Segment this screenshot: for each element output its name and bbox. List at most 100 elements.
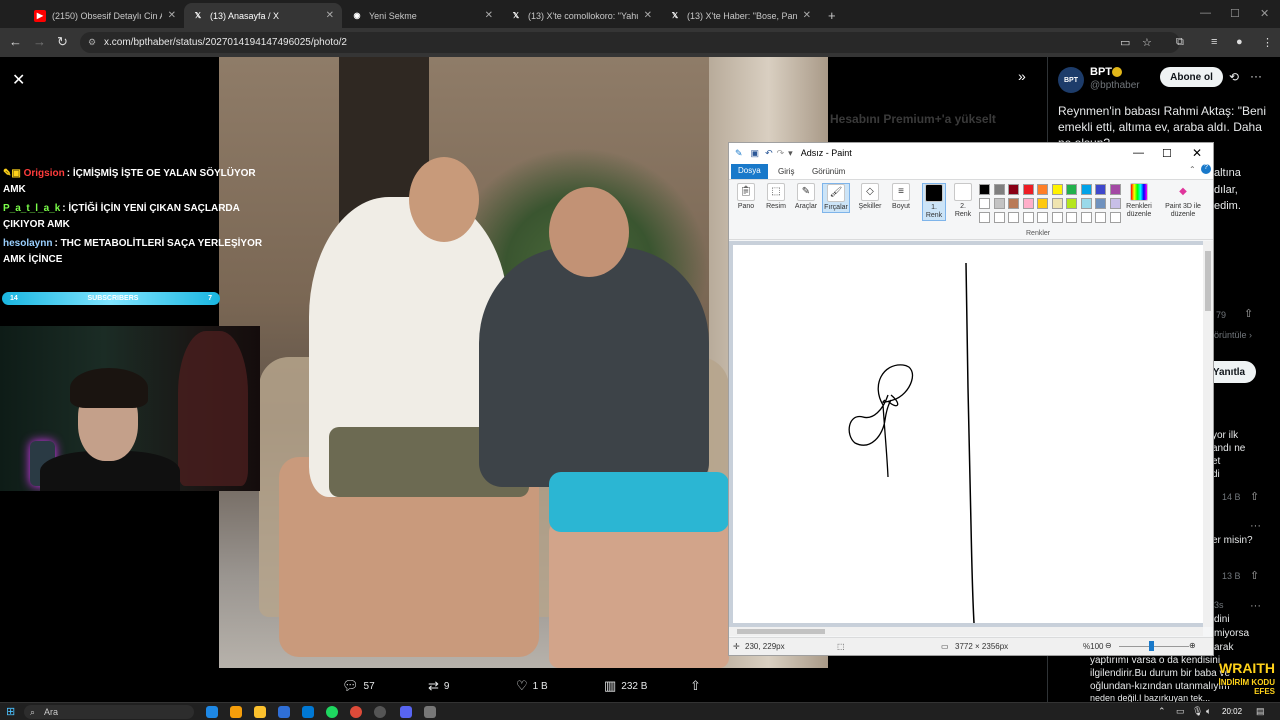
tab-giris[interactable]: Giriş <box>771 165 801 180</box>
repost-action[interactable]: ⇄ 9 <box>428 678 449 694</box>
tray-chevron-icon[interactable]: ⌃ <box>1158 706 1166 717</box>
palette-swatch-empty[interactable] <box>1008 212 1019 223</box>
account-handle[interactable]: @bpthaber <box>1090 80 1140 91</box>
drawing-canvas[interactable] <box>733 245 1203 624</box>
mail-icon[interactable] <box>302 706 314 718</box>
share-action[interactable]: ⇧ <box>690 678 701 694</box>
taskbar-clock[interactable]: 20:02 <box>1222 707 1242 716</box>
palette-swatch[interactable] <box>1022 198 1034 209</box>
close-tab-icon[interactable]: ✕ <box>803 10 811 21</box>
reload-icon[interactable]: ↻ <box>57 34 68 50</box>
views-action[interactable]: ▥ 232 B <box>604 678 647 694</box>
volume-icon[interactable]: 🔈︎ <box>1206 706 1211 717</box>
color1-button[interactable]: 1. Renk <box>922 183 946 221</box>
palette-swatch[interactable] <box>1095 198 1106 209</box>
palette-swatch-empty[interactable] <box>993 212 1005 223</box>
chrome-taskbar-icon[interactable] <box>350 706 362 718</box>
address-bar[interactable]: ⚙ x.com/bpthaber/status/2027014194147496… <box>80 32 1180 53</box>
paint-taskbar-icon[interactable] <box>424 706 436 718</box>
palette-swatch[interactable] <box>979 198 990 209</box>
zoom-slider-thumb[interactable] <box>1149 641 1154 651</box>
shapes-group[interactable]: ◇ Şekiller <box>856 183 884 211</box>
palette-swatch-empty[interactable] <box>1066 212 1077 223</box>
color2-button[interactable]: 2. Renk <box>951 183 975 219</box>
palette-swatch[interactable] <box>1095 184 1106 195</box>
tab-dosya[interactable]: Dosya <box>731 164 768 179</box>
new-tab-button[interactable]: + <box>820 3 840 28</box>
network-icon[interactable]: ▭ <box>1176 706 1185 717</box>
start-icon[interactable]: ⊞ <box>6 705 15 718</box>
help-icon[interactable]: ? <box>1201 164 1211 174</box>
palette-swatch-empty[interactable] <box>979 212 990 223</box>
palette-swatch-empty[interactable] <box>1080 212 1092 223</box>
store-icon[interactable] <box>278 706 290 718</box>
collapse-ribbon-icon[interactable]: ⌃ <box>1189 165 1196 174</box>
close-window-icon[interactable]: ✕ <box>1260 7 1269 20</box>
edge-icon[interactable] <box>206 706 218 718</box>
discord-icon[interactable] <box>400 706 412 718</box>
horizontal-scroll-thumb[interactable] <box>737 629 825 634</box>
paint3d-button[interactable]: ◆ Paint 3D ile düzenle <box>1161 183 1205 219</box>
palette-swatch[interactable] <box>993 198 1005 209</box>
spotify-icon[interactable] <box>326 706 338 718</box>
palette-swatch[interactable] <box>1109 198 1121 209</box>
palette-swatch-empty[interactable] <box>1037 212 1048 223</box>
palette-swatch-empty[interactable] <box>1051 212 1063 223</box>
follow-button[interactable]: Abone ol <box>1160 67 1223 87</box>
palette-swatch[interactable] <box>1037 184 1048 195</box>
palette-swatch[interactable] <box>1022 184 1034 195</box>
clipboard-group[interactable]: 📋︎ Pano <box>735 183 757 211</box>
palette-swatch[interactable] <box>1051 184 1063 195</box>
palette-swatch[interactable] <box>1066 198 1077 209</box>
tab-gorunum[interactable]: Görünüm <box>805 165 852 180</box>
redo-icon[interactable]: ↷ <box>777 148 785 159</box>
taskbar-search[interactable]: ⌕ Ara <box>24 705 194 719</box>
like-action[interactable]: ♡ 1 B <box>516 678 548 694</box>
palette-swatch[interactable] <box>1008 198 1019 209</box>
zoom-out-icon[interactable]: ⊖ <box>1105 641 1112 650</box>
palette-swatch[interactable] <box>1109 184 1121 195</box>
palette-swatch[interactable] <box>1051 198 1063 209</box>
palette-swatch[interactable] <box>1080 198 1092 209</box>
tab-youtube[interactable]: ▶ (2150) Obsesif Detaylı Cin Alem ✕ <box>26 3 184 28</box>
palette-swatch[interactable] <box>1008 184 1019 195</box>
view-more-link[interactable]: örüntüle › <box>1214 330 1252 340</box>
tab-new[interactable]: ◉ Yeni Sekme ✕ <box>343 3 501 28</box>
share-icon[interactable]: ⇧ <box>1250 569 1259 582</box>
close-tab-icon[interactable]: ✕ <box>485 10 493 21</box>
brushes-group[interactable]: 🖌︎ Fırçalar <box>822 183 850 213</box>
forward-icon[interactable]: → <box>33 34 46 49</box>
bookmark-star-icon[interactable]: ☆ <box>1142 36 1152 49</box>
extensions-icon[interactable]: ⧉ <box>1176 36 1184 49</box>
back-icon[interactable]: ← <box>9 34 22 49</box>
profile-icon[interactable]: ● <box>1236 36 1243 48</box>
more-options-icon[interactable]: ··· <box>1250 520 1261 532</box>
reply-action[interactable]: 💬︎ 57 <box>342 678 375 694</box>
palette-swatch-empty[interactable] <box>1109 212 1121 223</box>
palette-swatch[interactable] <box>1037 198 1048 209</box>
site-info-icon[interactable]: ⚙ <box>88 37 96 48</box>
microphone-icon[interactable]: 🎙︎ <box>1192 706 1203 717</box>
maximize-icon[interactable]: ☐ <box>1230 7 1240 20</box>
paint-minimize-icon[interactable]: — <box>1133 147 1144 159</box>
avatar[interactable]: BPT <box>1058 67 1084 93</box>
share-icon[interactable]: ⇧ <box>1244 307 1253 320</box>
palette-swatch-empty[interactable] <box>1022 212 1034 223</box>
paint-maximize-icon[interactable]: ☐ <box>1162 147 1172 160</box>
quick-access-dropdown-icon[interactable]: ▾ <box>788 148 793 159</box>
tab-x-comollokoro[interactable]: 𝕏 (13) X'te comollokoro: "Yahu ✕ <box>502 3 660 28</box>
notifications-icon[interactable]: ▤ <box>1256 706 1265 717</box>
edit-colors-button[interactable]: Renkleri düzenle <box>1123 183 1155 219</box>
zoom-in-icon[interactable]: ⊕ <box>1189 641 1196 650</box>
close-tab-icon[interactable]: ✕ <box>644 10 652 21</box>
copilot-icon[interactable] <box>230 706 242 718</box>
size-group[interactable]: ≡ Boyut <box>887 183 915 211</box>
palette-swatch[interactable] <box>1066 184 1077 195</box>
palette-swatch[interactable] <box>979 184 990 195</box>
cast-icon[interactable]: ▭ <box>1120 36 1130 49</box>
reading-list-icon[interactable]: ≡ <box>1211 36 1217 48</box>
close-photo-icon[interactable]: ✕ <box>12 70 25 90</box>
account-name[interactable]: BPT <box>1090 66 1112 78</box>
close-tab-icon[interactable]: ✕ <box>168 10 176 21</box>
palette-swatch[interactable] <box>1080 184 1092 195</box>
